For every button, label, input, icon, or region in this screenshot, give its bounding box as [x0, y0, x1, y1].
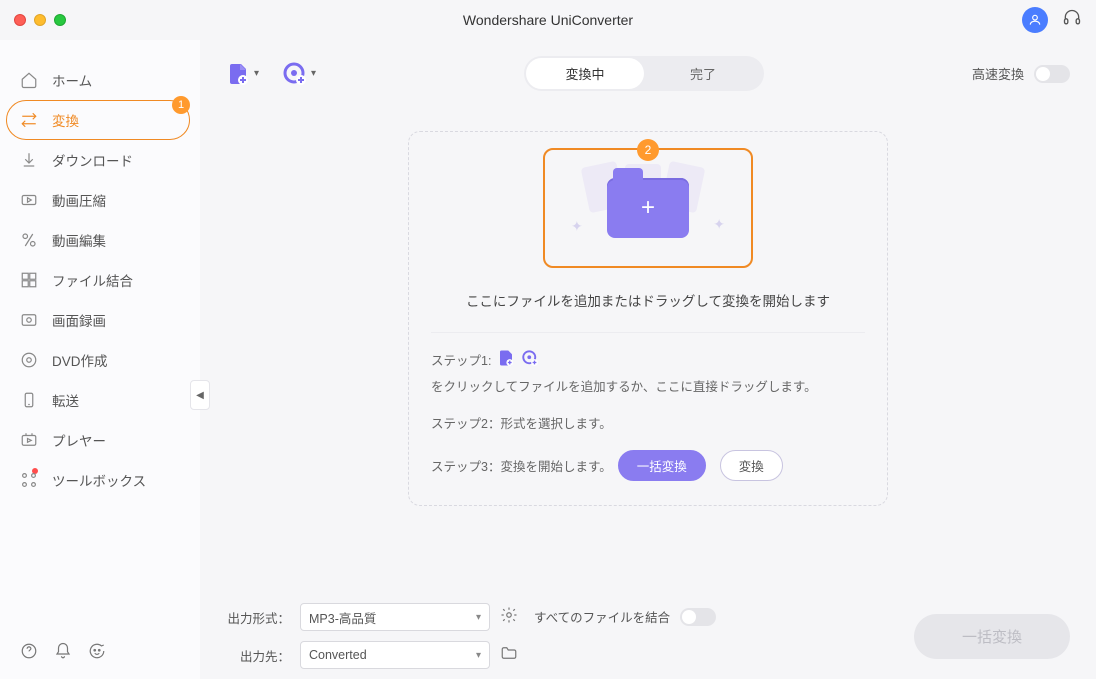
record-icon: [20, 311, 38, 329]
sidebar-item-home[interactable]: ホーム: [0, 60, 200, 100]
home-icon: [20, 71, 38, 89]
merge-toggle[interactable]: [680, 608, 716, 626]
output-format-select[interactable]: MP3-高品質▾: [300, 603, 490, 631]
folder-illustration: + ✦✦: [607, 178, 689, 238]
add-dvd-icon: [521, 349, 539, 370]
sidebar-item-compress[interactable]: 動画圧縮: [0, 180, 200, 220]
add-dvd-button[interactable]: ▾: [283, 62, 316, 86]
sidebar-item-label: 画面録画: [52, 310, 106, 330]
drop-hint: ここにファイルを追加またはドラッグして変換を開始します: [466, 290, 830, 310]
dvd-icon: [20, 351, 38, 369]
sidebar-item-label: ホーム: [52, 70, 92, 90]
output-dest-value: Converted: [309, 648, 367, 662]
add-file-button[interactable]: ▾: [226, 62, 259, 86]
status-tabs: 変換中 完了: [524, 56, 764, 91]
sidebar-item-label: ファイル結合: [52, 270, 133, 290]
notifications-button[interactable]: [54, 642, 72, 665]
sidebar-item-transfer[interactable]: 転送: [0, 380, 200, 420]
fast-convert-label: 高速変換: [972, 64, 1024, 83]
sidebar-item-record[interactable]: 画面録画: [0, 300, 200, 340]
output-dest-select[interactable]: Converted▾: [300, 641, 490, 669]
sidebar-item-player[interactable]: プレヤー: [0, 420, 200, 460]
sidebar-item-dvd[interactable]: DVD作成: [0, 340, 200, 380]
app-title: Wondershare UniConverter: [0, 12, 1096, 28]
output-dest-label: 出力先：: [226, 646, 290, 665]
sidebar-item-label: ツールボックス: [52, 470, 146, 490]
step2-row: ステップ2：形式を選択します。: [431, 413, 865, 432]
edit-icon: [20, 231, 38, 249]
convert-icon: [20, 111, 38, 129]
sidebar-item-label: DVD作成: [52, 350, 108, 370]
sidebar-item-label: プレヤー: [52, 430, 106, 450]
sidebar-item-toolbox[interactable]: ツールボックス: [0, 460, 200, 500]
tab-converting[interactable]: 変換中: [526, 58, 644, 89]
sidebar-item-label: 変換: [52, 110, 79, 130]
download-icon: [20, 151, 38, 169]
step3-text: ステップ3：変換を開始します。: [431, 456, 612, 475]
convert-button[interactable]: 変換: [720, 450, 783, 481]
drop-zone[interactable]: 2 + ✦✦: [543, 148, 753, 268]
merge-icon: [20, 271, 38, 289]
step3-row: ステップ3：変換を開始します。 一括変換 変換: [431, 450, 865, 481]
step1-row: ステップ1: をクリックしてファイルを追加するか、ここに直接ドラッグします。: [431, 349, 865, 395]
step1-prefix: ステップ1:: [431, 350, 491, 369]
output-format-value: MP3-高品質: [309, 608, 376, 627]
feedback-button[interactable]: [88, 642, 106, 665]
compress-icon: [20, 191, 38, 209]
sidebar-item-label: ダウンロード: [52, 150, 133, 170]
batch-convert-button[interactable]: 一括変換: [618, 450, 706, 481]
sidebar-item-label: 動画圧縮: [52, 190, 106, 210]
output-format-label: 出力形式：: [226, 608, 290, 627]
sidebar: ホーム 変換 1 ダウンロード 動画圧縮 動画編集: [0, 40, 200, 679]
fast-convert-toggle[interactable]: [1034, 65, 1070, 83]
sidebar-item-label: 動画編集: [52, 230, 106, 250]
titlebar: Wondershare UniConverter: [0, 0, 1096, 40]
collapse-sidebar-button[interactable]: ◀: [190, 380, 210, 410]
step-badge-1: 1: [172, 96, 190, 114]
format-settings-button[interactable]: [500, 606, 518, 629]
step-badge-2: 2: [637, 139, 659, 161]
help-button[interactable]: [20, 642, 38, 665]
drop-card: 2 + ✦✦ ここにファイルを追加またはドラッグして変換を開始します ステップ1…: [408, 131, 888, 506]
main-panel: ▾ ▾ 変換中 完了 高速変換 2: [200, 40, 1096, 679]
player-icon: [20, 431, 38, 449]
chevron-down-icon: ▾: [254, 68, 259, 79]
add-file-icon: [497, 349, 515, 370]
divider: [431, 332, 865, 333]
sidebar-item-convert[interactable]: 変換 1: [0, 100, 200, 140]
sidebar-item-edit[interactable]: 動画編集: [0, 220, 200, 260]
tab-done[interactable]: 完了: [644, 58, 762, 89]
sidebar-item-label: 転送: [52, 390, 79, 410]
merge-label: すべてのファイルを結合: [534, 607, 670, 626]
transfer-icon: [20, 391, 38, 409]
batch-convert-main-button[interactable]: 一括変換: [914, 614, 1070, 659]
toolbox-icon: [20, 471, 38, 489]
step1-suffix: をクリックしてファイルを追加するか、ここに直接ドラッグします。: [431, 376, 817, 395]
open-folder-button[interactable]: [500, 644, 518, 667]
sidebar-item-download[interactable]: ダウンロード: [0, 140, 200, 180]
sidebar-item-merge[interactable]: ファイル結合: [0, 260, 200, 300]
chevron-down-icon: ▾: [311, 68, 316, 79]
